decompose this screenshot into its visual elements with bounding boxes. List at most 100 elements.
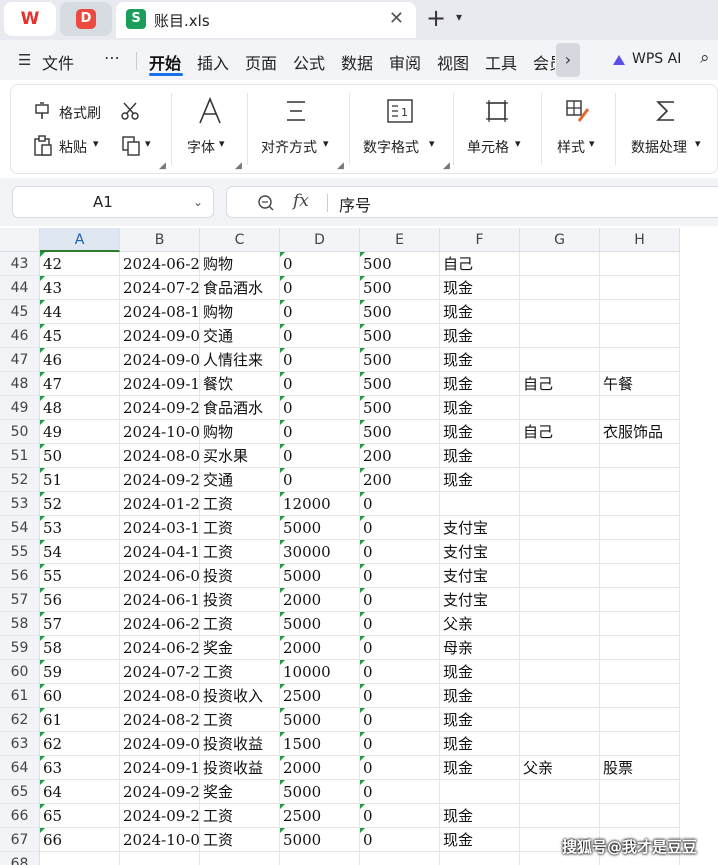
formula-input[interactable]: fx 序号 bbox=[226, 186, 718, 218]
select-all-corner[interactable] bbox=[0, 228, 40, 252]
cell-c60[interactable]: 工资 bbox=[200, 660, 280, 684]
cell-b49[interactable]: 2024-09-2 bbox=[120, 396, 200, 420]
column-header-c[interactable]: C bbox=[200, 228, 280, 252]
cell-a64[interactable]: 63 bbox=[40, 756, 120, 780]
cell-g57[interactable] bbox=[520, 588, 600, 612]
cell-d52[interactable]: 0 bbox=[280, 468, 360, 492]
cell-g62[interactable] bbox=[520, 708, 600, 732]
font-button[interactable]: 字体 bbox=[187, 137, 215, 157]
cell-g60[interactable] bbox=[520, 660, 600, 684]
row-header[interactable]: 56 bbox=[0, 564, 40, 588]
align-button[interactable]: 对齐方式 bbox=[261, 137, 317, 157]
row-header[interactable]: 67 bbox=[0, 828, 40, 852]
cell-e64[interactable]: 0 bbox=[360, 756, 440, 780]
wps-ai-button[interactable]: WPS AI bbox=[632, 51, 681, 67]
column-header-b[interactable]: B bbox=[120, 228, 200, 252]
row-header[interactable]: 55 bbox=[0, 540, 40, 564]
function-icon[interactable]: fx bbox=[293, 191, 309, 211]
chevron-down-icon[interactable]: ▾ bbox=[219, 137, 225, 150]
cell-f65[interactable] bbox=[440, 780, 520, 804]
cell-a60[interactable]: 59 bbox=[40, 660, 120, 684]
row-header[interactable]: 61 bbox=[0, 684, 40, 708]
cell-c45[interactable]: 购物 bbox=[200, 300, 280, 324]
chevron-down-icon[interactable]: ▾ bbox=[589, 137, 595, 150]
cell-b45[interactable]: 2024-08-1 bbox=[120, 300, 200, 324]
cell-c65[interactable]: 奖金 bbox=[200, 780, 280, 804]
cell-g54[interactable] bbox=[520, 516, 600, 540]
cell-d68[interactable] bbox=[280, 852, 360, 865]
cell-h48[interactable]: 午餐 bbox=[600, 372, 680, 396]
cell-e67[interactable]: 0 bbox=[360, 828, 440, 852]
column-header-h[interactable]: H bbox=[600, 228, 680, 252]
more-icon[interactable]: ⋯ bbox=[104, 48, 121, 67]
cell-h66[interactable] bbox=[600, 804, 680, 828]
cell-h45[interactable] bbox=[600, 300, 680, 324]
cell-b46[interactable]: 2024-09-0 bbox=[120, 324, 200, 348]
number-format-button[interactable]: 数字格式 bbox=[363, 137, 419, 157]
cell-h47[interactable] bbox=[600, 348, 680, 372]
cell-g48[interactable]: 自己 bbox=[520, 372, 600, 396]
cell-d61[interactable]: 2500 bbox=[280, 684, 360, 708]
cell-a62[interactable]: 61 bbox=[40, 708, 120, 732]
cell-h49[interactable] bbox=[600, 396, 680, 420]
row-header[interactable]: 57 bbox=[0, 588, 40, 612]
cell-d46[interactable]: 0 bbox=[280, 324, 360, 348]
cell-c52[interactable]: 交通 bbox=[200, 468, 280, 492]
cell-d47[interactable]: 0 bbox=[280, 348, 360, 372]
tab-view[interactable]: 视图 bbox=[437, 50, 469, 74]
cell-e62[interactable]: 0 bbox=[360, 708, 440, 732]
cell-h43[interactable] bbox=[600, 252, 680, 276]
cell-a51[interactable]: 50 bbox=[40, 444, 120, 468]
cell-d50[interactable]: 0 bbox=[280, 420, 360, 444]
cell-c46[interactable]: 交通 bbox=[200, 324, 280, 348]
chevron-down-icon[interactable]: ▾ bbox=[515, 137, 521, 150]
tab-tools[interactable]: 工具 bbox=[485, 50, 517, 74]
row-header[interactable]: 66 bbox=[0, 804, 40, 828]
cell-e51[interactable]: 200 bbox=[360, 444, 440, 468]
cell-c66[interactable]: 工资 bbox=[200, 804, 280, 828]
chevron-down-icon[interactable]: ▾ bbox=[93, 137, 99, 150]
paste-button[interactable]: 粘贴 bbox=[59, 137, 87, 157]
cell-a54[interactable]: 53 bbox=[40, 516, 120, 540]
cell-h65[interactable] bbox=[600, 780, 680, 804]
chevron-down-icon[interactable]: ▾ bbox=[695, 137, 701, 150]
cell-g52[interactable] bbox=[520, 468, 600, 492]
chevron-down-icon[interactable]: ▾ bbox=[145, 137, 151, 150]
cell-e56[interactable]: 0 bbox=[360, 564, 440, 588]
row-header[interactable]: 48 bbox=[0, 372, 40, 396]
row-header[interactable]: 54 bbox=[0, 516, 40, 540]
search-icon[interactable]: ⌕ bbox=[700, 48, 710, 68]
cell-b63[interactable]: 2024-09-0 bbox=[120, 732, 200, 756]
cell-c67[interactable]: 工资 bbox=[200, 828, 280, 852]
cell-h57[interactable] bbox=[600, 588, 680, 612]
cell-d65[interactable]: 5000 bbox=[280, 780, 360, 804]
cell-e52[interactable]: 200 bbox=[360, 468, 440, 492]
cell-f43[interactable]: 自己 bbox=[440, 252, 520, 276]
cell-f47[interactable]: 现金 bbox=[440, 348, 520, 372]
cell-a58[interactable]: 57 bbox=[40, 612, 120, 636]
cell-h50[interactable]: 衣服饰品 bbox=[600, 420, 680, 444]
cell-b44[interactable]: 2024-07-2 bbox=[120, 276, 200, 300]
tab-docer[interactable]: D bbox=[60, 2, 112, 36]
cell-b62[interactable]: 2024-08-2 bbox=[120, 708, 200, 732]
row-header[interactable]: 43 bbox=[0, 252, 40, 276]
cell-d44[interactable]: 0 bbox=[280, 276, 360, 300]
cell-c50[interactable]: 购物 bbox=[200, 420, 280, 444]
cell-a46[interactable]: 45 bbox=[40, 324, 120, 348]
cell-c44[interactable]: 食品酒水 bbox=[200, 276, 280, 300]
cell-g46[interactable] bbox=[520, 324, 600, 348]
column-header-g[interactable]: G bbox=[520, 228, 600, 252]
cell-c62[interactable]: 工资 bbox=[200, 708, 280, 732]
cell-b57[interactable]: 2024-06-1 bbox=[120, 588, 200, 612]
cell-a56[interactable]: 55 bbox=[40, 564, 120, 588]
tab-home[interactable]: 开始 bbox=[149, 50, 181, 74]
cell-e66[interactable]: 0 bbox=[360, 804, 440, 828]
tab-formula[interactable]: 公式 bbox=[293, 50, 325, 74]
cell-f45[interactable]: 现金 bbox=[440, 300, 520, 324]
cell-c48[interactable]: 餐饮 bbox=[200, 372, 280, 396]
cell-b61[interactable]: 2024-08-0 bbox=[120, 684, 200, 708]
expand-corner-icon[interactable]: ◢ bbox=[235, 161, 242, 171]
cell-e50[interactable]: 500 bbox=[360, 420, 440, 444]
cell-g53[interactable] bbox=[520, 492, 600, 516]
cell-a53[interactable]: 52 bbox=[40, 492, 120, 516]
